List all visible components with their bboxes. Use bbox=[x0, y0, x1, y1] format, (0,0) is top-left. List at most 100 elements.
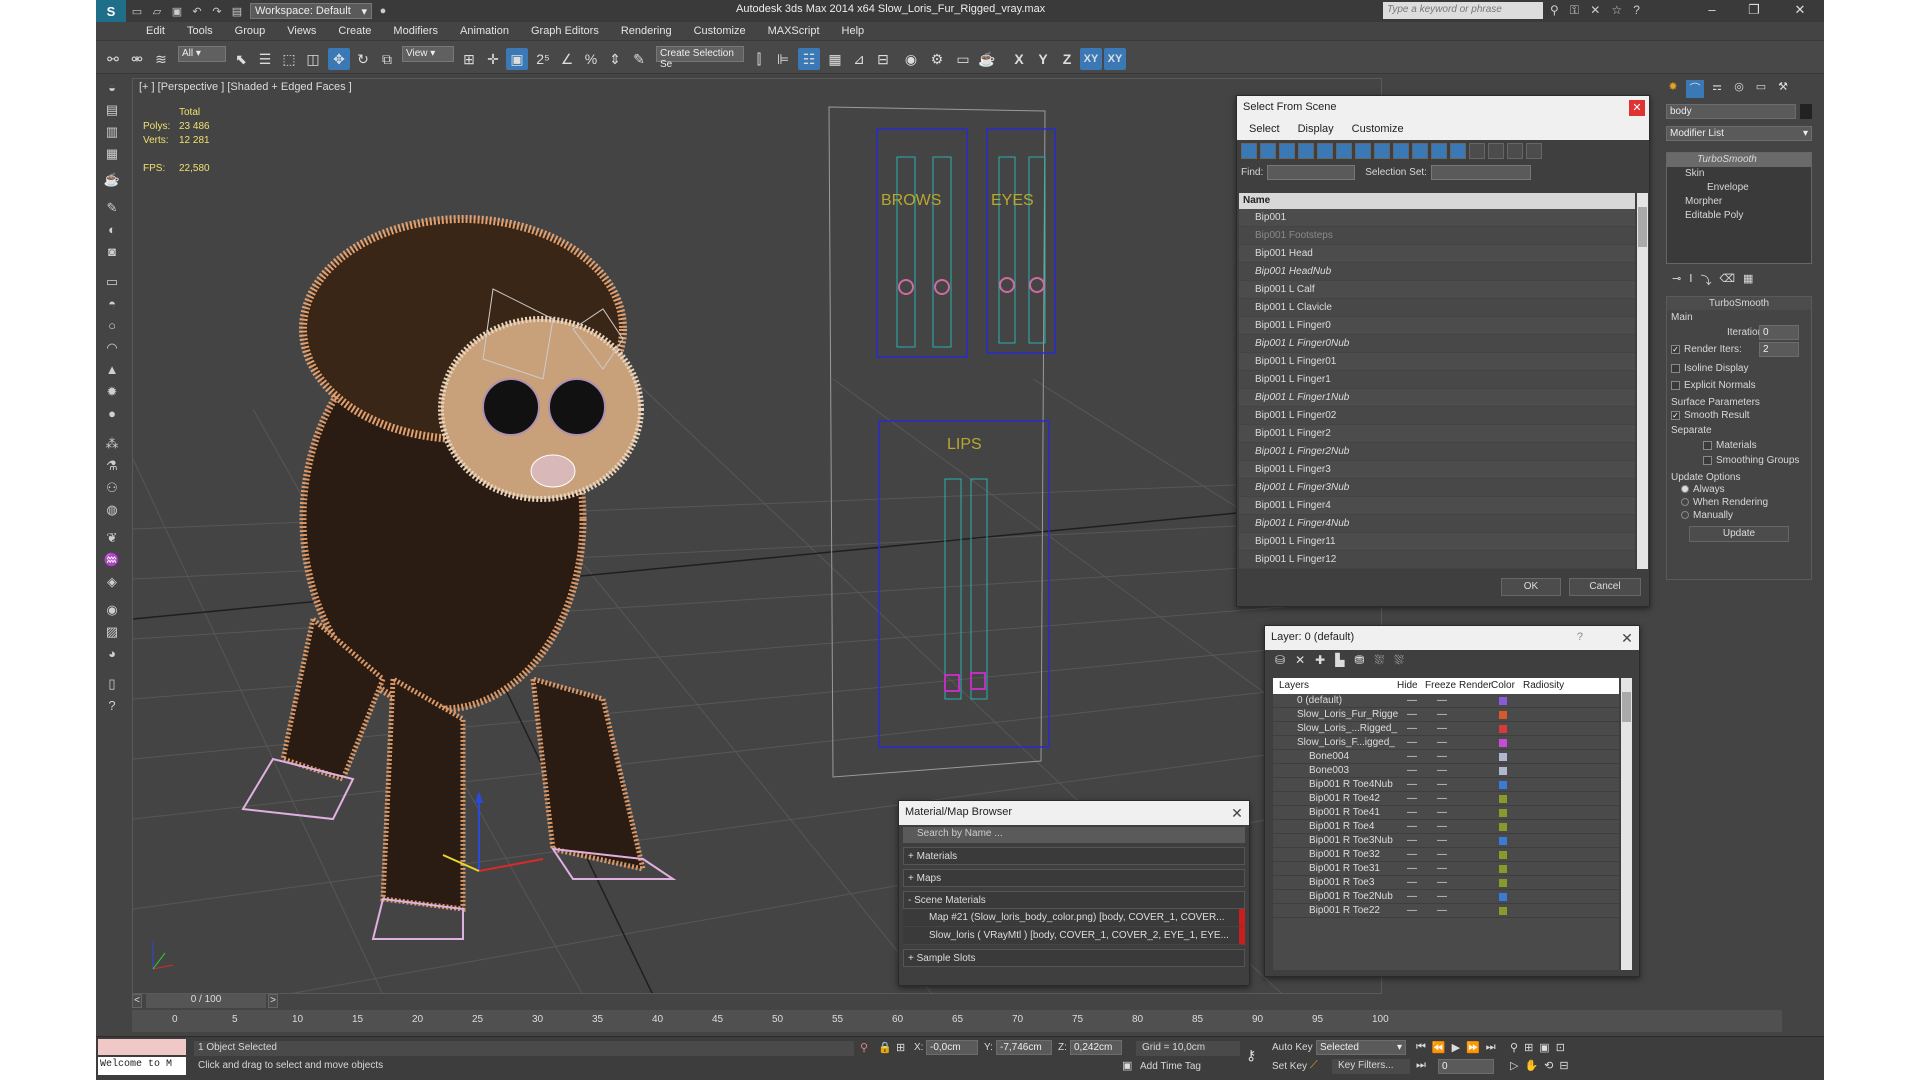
materials-checkbox[interactable] bbox=[1703, 440, 1712, 450]
modify-icon[interactable]: ▤ bbox=[103, 101, 121, 119]
layer-row[interactable]: Bip001 R Toe41 — — bbox=[1273, 806, 1619, 820]
layer-toggle[interactable]: — bbox=[1437, 849, 1447, 860]
lock-icon[interactable]: 🔒 bbox=[878, 1041, 892, 1054]
layer-color-swatch[interactable] bbox=[1499, 697, 1507, 705]
layer-toggle[interactable]: — bbox=[1437, 709, 1447, 720]
freeze-all-icon[interactable]: ⛆ bbox=[1394, 653, 1404, 669]
layer-column-header[interactable]: Render bbox=[1459, 680, 1492, 691]
layer-toggle[interactable]: — bbox=[1437, 793, 1447, 804]
filter-lights-icon[interactable] bbox=[1279, 143, 1295, 159]
layer-color-swatch[interactable] bbox=[1499, 725, 1507, 733]
menu-animation[interactable]: Animation bbox=[460, 25, 509, 37]
update-button[interactable]: Update bbox=[1689, 526, 1789, 542]
layer-toggle[interactable]: — bbox=[1407, 737, 1417, 748]
layer-toggle[interactable]: — bbox=[1407, 765, 1417, 776]
x-coordinate-field[interactable]: -0,0cm bbox=[926, 1040, 978, 1055]
tools-icon[interactable]: ✕ bbox=[1590, 3, 1600, 18]
layer-toggle[interactable]: — bbox=[1437, 737, 1447, 748]
align-icon[interactable]: ⊫ bbox=[772, 48, 794, 70]
pan-icon[interactable]: ✋ bbox=[1524, 1059, 1538, 1072]
layer-row[interactable]: Bip001 R Toe32 — — bbox=[1273, 848, 1619, 862]
minimize-button[interactable]: – bbox=[1698, 2, 1726, 20]
save-icon[interactable]: ▣ bbox=[168, 3, 186, 19]
layer-toggle[interactable]: — bbox=[1407, 905, 1417, 916]
y-coordinate-field[interactable]: -7,746cm bbox=[996, 1040, 1052, 1055]
layer-row[interactable]: Bip001 R Toe4Nub — — bbox=[1273, 778, 1619, 792]
set-key-button[interactable]: Set Key bbox=[1272, 1061, 1307, 1072]
key-icon[interactable]: ⚿ bbox=[1570, 3, 1579, 18]
layer-toggle[interactable]: — bbox=[1437, 891, 1447, 902]
layer-color-swatch[interactable] bbox=[1499, 851, 1507, 859]
scene-object-row[interactable]: Bip001 L Finger2 bbox=[1239, 425, 1635, 443]
close-icon[interactable]: ✕ bbox=[1629, 100, 1645, 116]
globe-icon[interactable]: ◍ bbox=[103, 501, 121, 519]
delete-layer-icon[interactable]: ✕ bbox=[1295, 653, 1305, 669]
layer-toggle[interactable]: — bbox=[1407, 891, 1417, 902]
layer-toggle[interactable]: — bbox=[1437, 779, 1447, 790]
filter-xrefs-icon[interactable] bbox=[1374, 143, 1390, 159]
material-sphere-icon[interactable]: ◉ bbox=[103, 601, 121, 619]
modifier-list-dropdown[interactable]: Modifier List ▾ bbox=[1666, 126, 1812, 141]
layer-toggle[interactable]: — bbox=[1437, 695, 1447, 706]
helper-icon[interactable]: ⚗ bbox=[103, 457, 121, 475]
reference-coordinate-dropdown[interactable]: View ▾ bbox=[402, 46, 454, 62]
scene-object-row[interactable]: Bip001 L Finger1Nub bbox=[1239, 389, 1635, 407]
layer-color-swatch[interactable] bbox=[1499, 809, 1507, 817]
undo-icon[interactable]: ↶ bbox=[188, 3, 206, 19]
menu-customize[interactable]: Customize bbox=[1352, 123, 1404, 137]
layer-color-swatch[interactable] bbox=[1499, 907, 1507, 915]
materials-section[interactable]: + Materials bbox=[903, 847, 1245, 865]
layer-row[interactable]: Bip001 R Toe42 — — bbox=[1273, 792, 1619, 806]
layer-color-swatch[interactable] bbox=[1499, 711, 1507, 719]
layer-color-swatch[interactable] bbox=[1499, 781, 1507, 789]
menu-select[interactable]: Select bbox=[1249, 123, 1280, 137]
make-unique-icon[interactable]: ⤵ bbox=[1700, 272, 1711, 288]
filter-frozen-icon[interactable] bbox=[1431, 143, 1447, 159]
environment-icon[interactable]: ◕ bbox=[103, 645, 121, 663]
menu-customize[interactable]: Customize bbox=[694, 25, 746, 37]
layer-column-header[interactable]: Freeze bbox=[1425, 680, 1456, 691]
keyboard-shortcut-override-icon[interactable]: ▣ bbox=[506, 48, 528, 70]
menu-graph-editors[interactable]: Graph Editors bbox=[531, 25, 599, 37]
menu-edit[interactable]: Edit bbox=[146, 25, 165, 37]
graphite-tools-icon[interactable]: ▦ bbox=[824, 48, 846, 70]
when-rendering-radio[interactable] bbox=[1681, 498, 1689, 507]
layer-toggle[interactable]: — bbox=[1437, 835, 1447, 846]
smoothing-groups-checkbox[interactable] bbox=[1703, 455, 1712, 465]
menu-modifiers[interactable]: Modifiers bbox=[393, 25, 438, 37]
next-frame-icon[interactable]: ⏩ bbox=[1466, 1041, 1480, 1054]
time-tag-icon[interactable]: ▣ bbox=[1122, 1059, 1132, 1072]
field-of-view-icon[interactable]: ▷ bbox=[1510, 1059, 1518, 1072]
scene-material-item[interactable]: Map #21 (Slow_loris_body_color.png) [bod… bbox=[903, 909, 1245, 927]
motion-tab-icon[interactable]: ◎ bbox=[1730, 80, 1748, 98]
schematic-view-icon[interactable]: ⊟ bbox=[872, 48, 894, 70]
layer-row[interactable]: Bip001 R Toe31 — — bbox=[1273, 862, 1619, 876]
magnet-icon[interactable]: ◐ bbox=[103, 221, 121, 239]
layer-toggle[interactable]: — bbox=[1437, 723, 1447, 734]
scene-object-row[interactable]: Bip001 L Finger02 bbox=[1239, 407, 1635, 425]
layer-color-swatch[interactable] bbox=[1499, 823, 1507, 831]
layer-column-header[interactable]: Color bbox=[1491, 680, 1515, 691]
sample-slots-section[interactable]: + Sample Slots bbox=[903, 949, 1245, 967]
render-production-icon[interactable]: ☕ bbox=[976, 48, 998, 70]
zoom-all-icon[interactable]: ⊞ bbox=[1524, 1041, 1533, 1054]
manually-radio[interactable] bbox=[1681, 511, 1689, 520]
layer-toggle[interactable]: — bbox=[1407, 877, 1417, 888]
layer-color-swatch[interactable] bbox=[1499, 865, 1507, 873]
layer-toggle[interactable]: — bbox=[1407, 779, 1417, 790]
link-icon[interactable]: ⚯ bbox=[102, 48, 124, 70]
render-region-icon[interactable]: ▨ bbox=[103, 623, 121, 641]
layer-row[interactable]: 0 (default) — — bbox=[1273, 694, 1619, 708]
axis-z-button[interactable]: Z bbox=[1056, 48, 1078, 70]
hold-icon[interactable]: ▤ bbox=[228, 3, 246, 19]
new-file-icon[interactable]: ▭ bbox=[128, 3, 146, 19]
scene-object-row[interactable]: Bip001 bbox=[1239, 209, 1635, 227]
layer-color-swatch[interactable] bbox=[1499, 879, 1507, 887]
pin-icon[interactable]: ● bbox=[374, 3, 392, 19]
modifier-stack-item[interactable]: TurboSmooth bbox=[1667, 153, 1811, 167]
layer-toggle[interactable]: — bbox=[1437, 751, 1447, 762]
select-and-scale-icon[interactable]: ⧉ bbox=[376, 48, 398, 70]
zoom-extents-all-icon[interactable]: ⊡ bbox=[1556, 1041, 1565, 1054]
open-file-icon[interactable]: ▱ bbox=[148, 3, 166, 19]
explicit-normals-checkbox[interactable] bbox=[1671, 380, 1680, 390]
